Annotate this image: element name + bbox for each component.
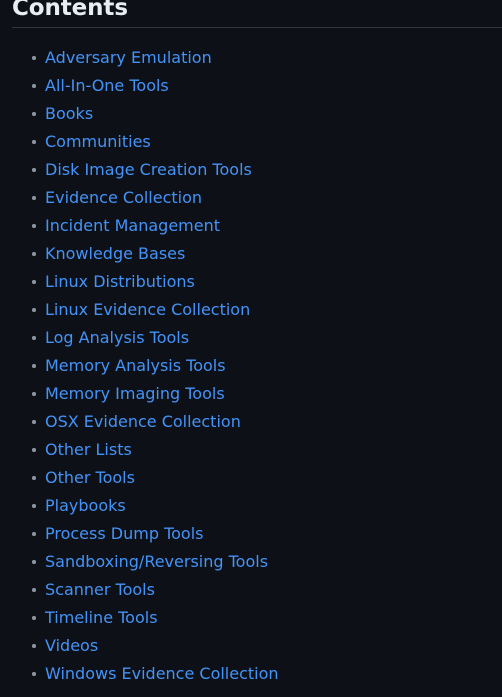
- toc-link[interactable]: Memory Analysis Tools: [45, 356, 226, 376]
- toc-link[interactable]: All-In-One Tools: [45, 76, 169, 96]
- bullet-point-icon: [32, 560, 36, 564]
- toc-link[interactable]: Linux Evidence Collection: [45, 300, 250, 320]
- toc-link[interactable]: Playbooks: [45, 496, 126, 516]
- toc-link[interactable]: Windows Evidence Collection: [45, 664, 279, 684]
- bullet-point-icon: [32, 308, 36, 312]
- list-item: Disk Image Creation Tools: [0, 156, 502, 184]
- bullet-point-icon: [32, 448, 36, 452]
- toc-link[interactable]: Timeline Tools: [45, 608, 158, 628]
- list-item: Videos: [0, 632, 502, 660]
- list-item: Evidence Collection: [0, 184, 502, 212]
- toc-link[interactable]: Log Analysis Tools: [45, 328, 189, 348]
- list-item: Memory Imaging Tools: [0, 380, 502, 408]
- list-item: Communities: [0, 128, 502, 156]
- list-item: Other Tools: [0, 464, 502, 492]
- bullet-point-icon: [32, 532, 36, 536]
- toc-page: Contents Adversary Emulation All-In-One T…: [0, 0, 502, 697]
- bullet-point-icon: [32, 672, 36, 676]
- page-title: Contents: [12, 0, 128, 21]
- toc-link[interactable]: Adversary Emulation: [45, 48, 212, 68]
- bullet-point-icon: [32, 84, 36, 88]
- bullet-point-icon: [32, 476, 36, 480]
- list-item: All-In-One Tools: [0, 72, 502, 100]
- toc-link[interactable]: Incident Management: [45, 216, 220, 236]
- toc-link[interactable]: OSX Evidence Collection: [45, 412, 241, 432]
- bullet-point-icon: [32, 112, 36, 116]
- list-item: Scanner Tools: [0, 576, 502, 604]
- toc-link[interactable]: Other Tools: [45, 468, 135, 488]
- bullet-point-icon: [32, 252, 36, 256]
- bullet-point-icon: [32, 224, 36, 228]
- toc-link[interactable]: Videos: [45, 636, 98, 656]
- list-item: OSX Evidence Collection: [0, 408, 502, 436]
- list-item: Sandboxing/Reversing Tools: [0, 548, 502, 576]
- list-item: Windows Evidence Collection: [0, 660, 502, 688]
- list-item: Linux Distributions: [0, 268, 502, 296]
- bullet-point-icon: [32, 140, 36, 144]
- list-item: Linux Evidence Collection: [0, 296, 502, 324]
- list-item: Log Analysis Tools: [0, 324, 502, 352]
- bullet-point-icon: [32, 280, 36, 284]
- toc-link[interactable]: Knowledge Bases: [45, 244, 185, 264]
- toc-link[interactable]: Process Dump Tools: [45, 524, 203, 544]
- bullet-point-icon: [32, 644, 36, 648]
- list-item: Playbooks: [0, 492, 502, 520]
- bullet-point-icon: [32, 336, 36, 340]
- toc-link[interactable]: Scanner Tools: [45, 580, 155, 600]
- bullet-point-icon: [32, 616, 36, 620]
- heading-divider: [12, 27, 502, 28]
- toc-link[interactable]: Evidence Collection: [45, 188, 202, 208]
- toc-link[interactable]: Other Lists: [45, 440, 132, 460]
- list-item: Other Lists: [0, 436, 502, 464]
- toc-link[interactable]: Books: [45, 104, 93, 124]
- bullet-point-icon: [32, 168, 36, 172]
- bullet-point-icon: [32, 588, 36, 592]
- list-item: Incident Management: [0, 212, 502, 240]
- table-of-contents-list: Adversary Emulation All-In-One Tools Books…: [0, 44, 502, 688]
- toc-link[interactable]: Memory Imaging Tools: [45, 384, 225, 404]
- toc-link[interactable]: Communities: [45, 132, 151, 152]
- toc-link[interactable]: Sandboxing/Reversing Tools: [45, 552, 268, 572]
- bullet-point-icon: [32, 364, 36, 368]
- list-item: Knowledge Bases: [0, 240, 502, 268]
- bullet-point-icon: [32, 196, 36, 200]
- bullet-point-icon: [32, 504, 36, 508]
- list-item: Process Dump Tools: [0, 520, 502, 548]
- list-item: Adversary Emulation: [0, 44, 502, 72]
- bullet-point-icon: [32, 420, 36, 424]
- list-item: Books: [0, 100, 502, 128]
- list-item: Memory Analysis Tools: [0, 352, 502, 380]
- toc-link[interactable]: Linux Distributions: [45, 272, 195, 292]
- bullet-point-icon: [32, 56, 36, 60]
- bullet-point-icon: [32, 392, 36, 396]
- toc-link[interactable]: Disk Image Creation Tools: [45, 160, 252, 180]
- list-item: Timeline Tools: [0, 604, 502, 632]
